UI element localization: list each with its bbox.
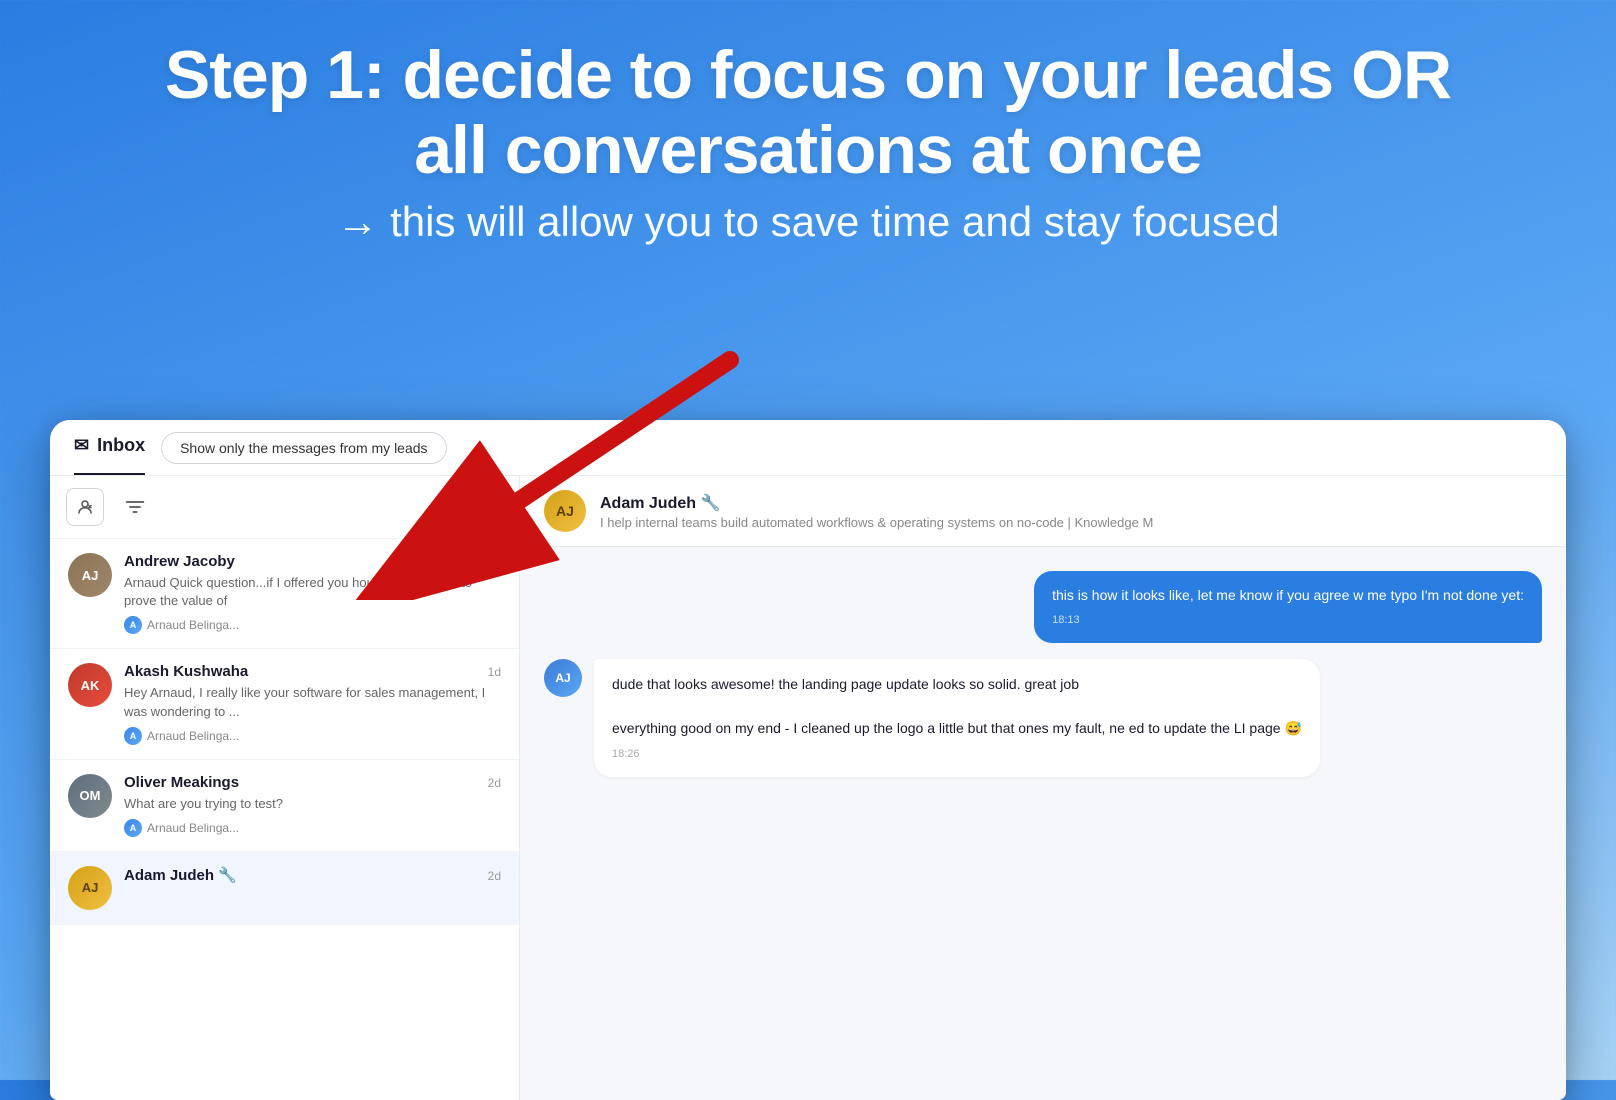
message-time: 1d	[488, 555, 501, 569]
conversation-item[interactable]: OM Oliver Meakings 2d What are you tryin…	[50, 760, 519, 852]
assignee-avatar: A	[124, 616, 142, 634]
leads-filter-button[interactable]: Show only the messages from my leads	[161, 432, 446, 464]
inbox-icon: ✉	[74, 435, 89, 456]
avatar: AJ	[68, 553, 112, 597]
contact-name: Adam Judeh 🔧	[124, 866, 237, 884]
incoming-message: AJ dude that looks awesome! the landing …	[544, 659, 1324, 778]
message-preview: Hey Arnaud, I really like your software …	[124, 684, 501, 720]
message-text: this is how it looks like, let me know i…	[1052, 585, 1524, 606]
message-preview: Arnaud Quick question...if I offered you…	[124, 574, 501, 610]
header-subtitle: → this will allow you to save time and s…	[60, 198, 1556, 246]
assignee-name: Arnaud Belinga...	[147, 618, 239, 632]
sender-avatar: AJ	[544, 659, 582, 697]
inbox-label: Inbox	[97, 435, 145, 456]
conversation-header: AJ Adam Judeh 🔧 I help internal teams bu…	[520, 476, 1566, 547]
header-section: Step 1: decide to focus on your leads OR…	[0, 0, 1616, 276]
contact-info: Adam Judeh 🔧 I help internal teams build…	[600, 493, 1153, 530]
top-bar: ✉ Inbox Show only the messages from my l…	[50, 420, 1566, 476]
message-content: dude that looks awesome! the landing pag…	[594, 659, 1320, 778]
list-toolbar	[50, 476, 519, 539]
message-time: 1d	[488, 665, 501, 679]
assignee-name: Arnaud Belinga...	[147, 821, 239, 835]
filter-lines-button[interactable]	[116, 488, 154, 526]
assignee-avatar: A	[124, 727, 142, 745]
assignee-row: A Arnaud Belinga...	[124, 819, 501, 837]
message-timestamp: 18:26	[612, 746, 1302, 764]
message-timestamp: 18:13	[1052, 612, 1524, 629]
avatar: OM	[68, 774, 112, 818]
conversation-view: AJ Adam Judeh 🔧 I help internal teams bu…	[520, 476, 1566, 1100]
contact-name: Oliver Meakings	[124, 774, 239, 791]
contact-bio: I help internal teams build automated wo…	[600, 515, 1153, 530]
messages-area: this is how it looks like, let me know i…	[520, 547, 1566, 1100]
conversation-item[interactable]: AK Akash Kushwaha 1d Hey Arnaud, I reall…	[50, 649, 519, 759]
header-title: Step 1: decide to focus on your leads OR…	[60, 38, 1556, 188]
contact-name: Adam Judeh 🔧	[600, 493, 1153, 513]
main-content: AJ Andrew Jacoby 1d Arnaud Quick questio…	[50, 476, 1566, 1100]
message-time: 2d	[488, 869, 501, 883]
header-title-line1: Step 1: decide to focus on your leads OR	[165, 37, 1451, 113]
conversation-item[interactable]: AJ Andrew Jacoby 1d Arnaud Quick questio…	[50, 539, 519, 649]
assignee-name: Arnaud Belinga...	[147, 729, 239, 743]
assignee-avatar: A	[124, 819, 142, 837]
assignee-row: A Arnaud Belinga...	[124, 616, 501, 634]
conversation-item[interactable]: AJ Adam Judeh 🔧 2d	[50, 852, 519, 925]
app-window: ✉ Inbox Show only the messages from my l…	[50, 420, 1566, 1100]
avatar: AK	[68, 663, 112, 707]
person-filter-button[interactable]	[66, 488, 104, 526]
avatar: AJ	[68, 866, 112, 910]
message-time: 2d	[488, 776, 501, 790]
assignee-row: A Arnaud Belinga...	[124, 727, 501, 745]
conversation-list: AJ Andrew Jacoby 1d Arnaud Quick questio…	[50, 476, 520, 1100]
inbox-tab[interactable]: ✉ Inbox	[74, 420, 145, 475]
outgoing-message: this is how it looks like, let me know i…	[1034, 571, 1542, 643]
message-text: dude that looks awesome! the landing pag…	[612, 673, 1302, 740]
contact-name: Andrew Jacoby	[124, 553, 235, 570]
contact-name: Akash Kushwaha	[124, 663, 248, 680]
header-title-line2: all conversations at once	[414, 112, 1202, 188]
contact-avatar: AJ	[544, 490, 586, 532]
message-preview: What are you trying to test?	[124, 795, 501, 813]
